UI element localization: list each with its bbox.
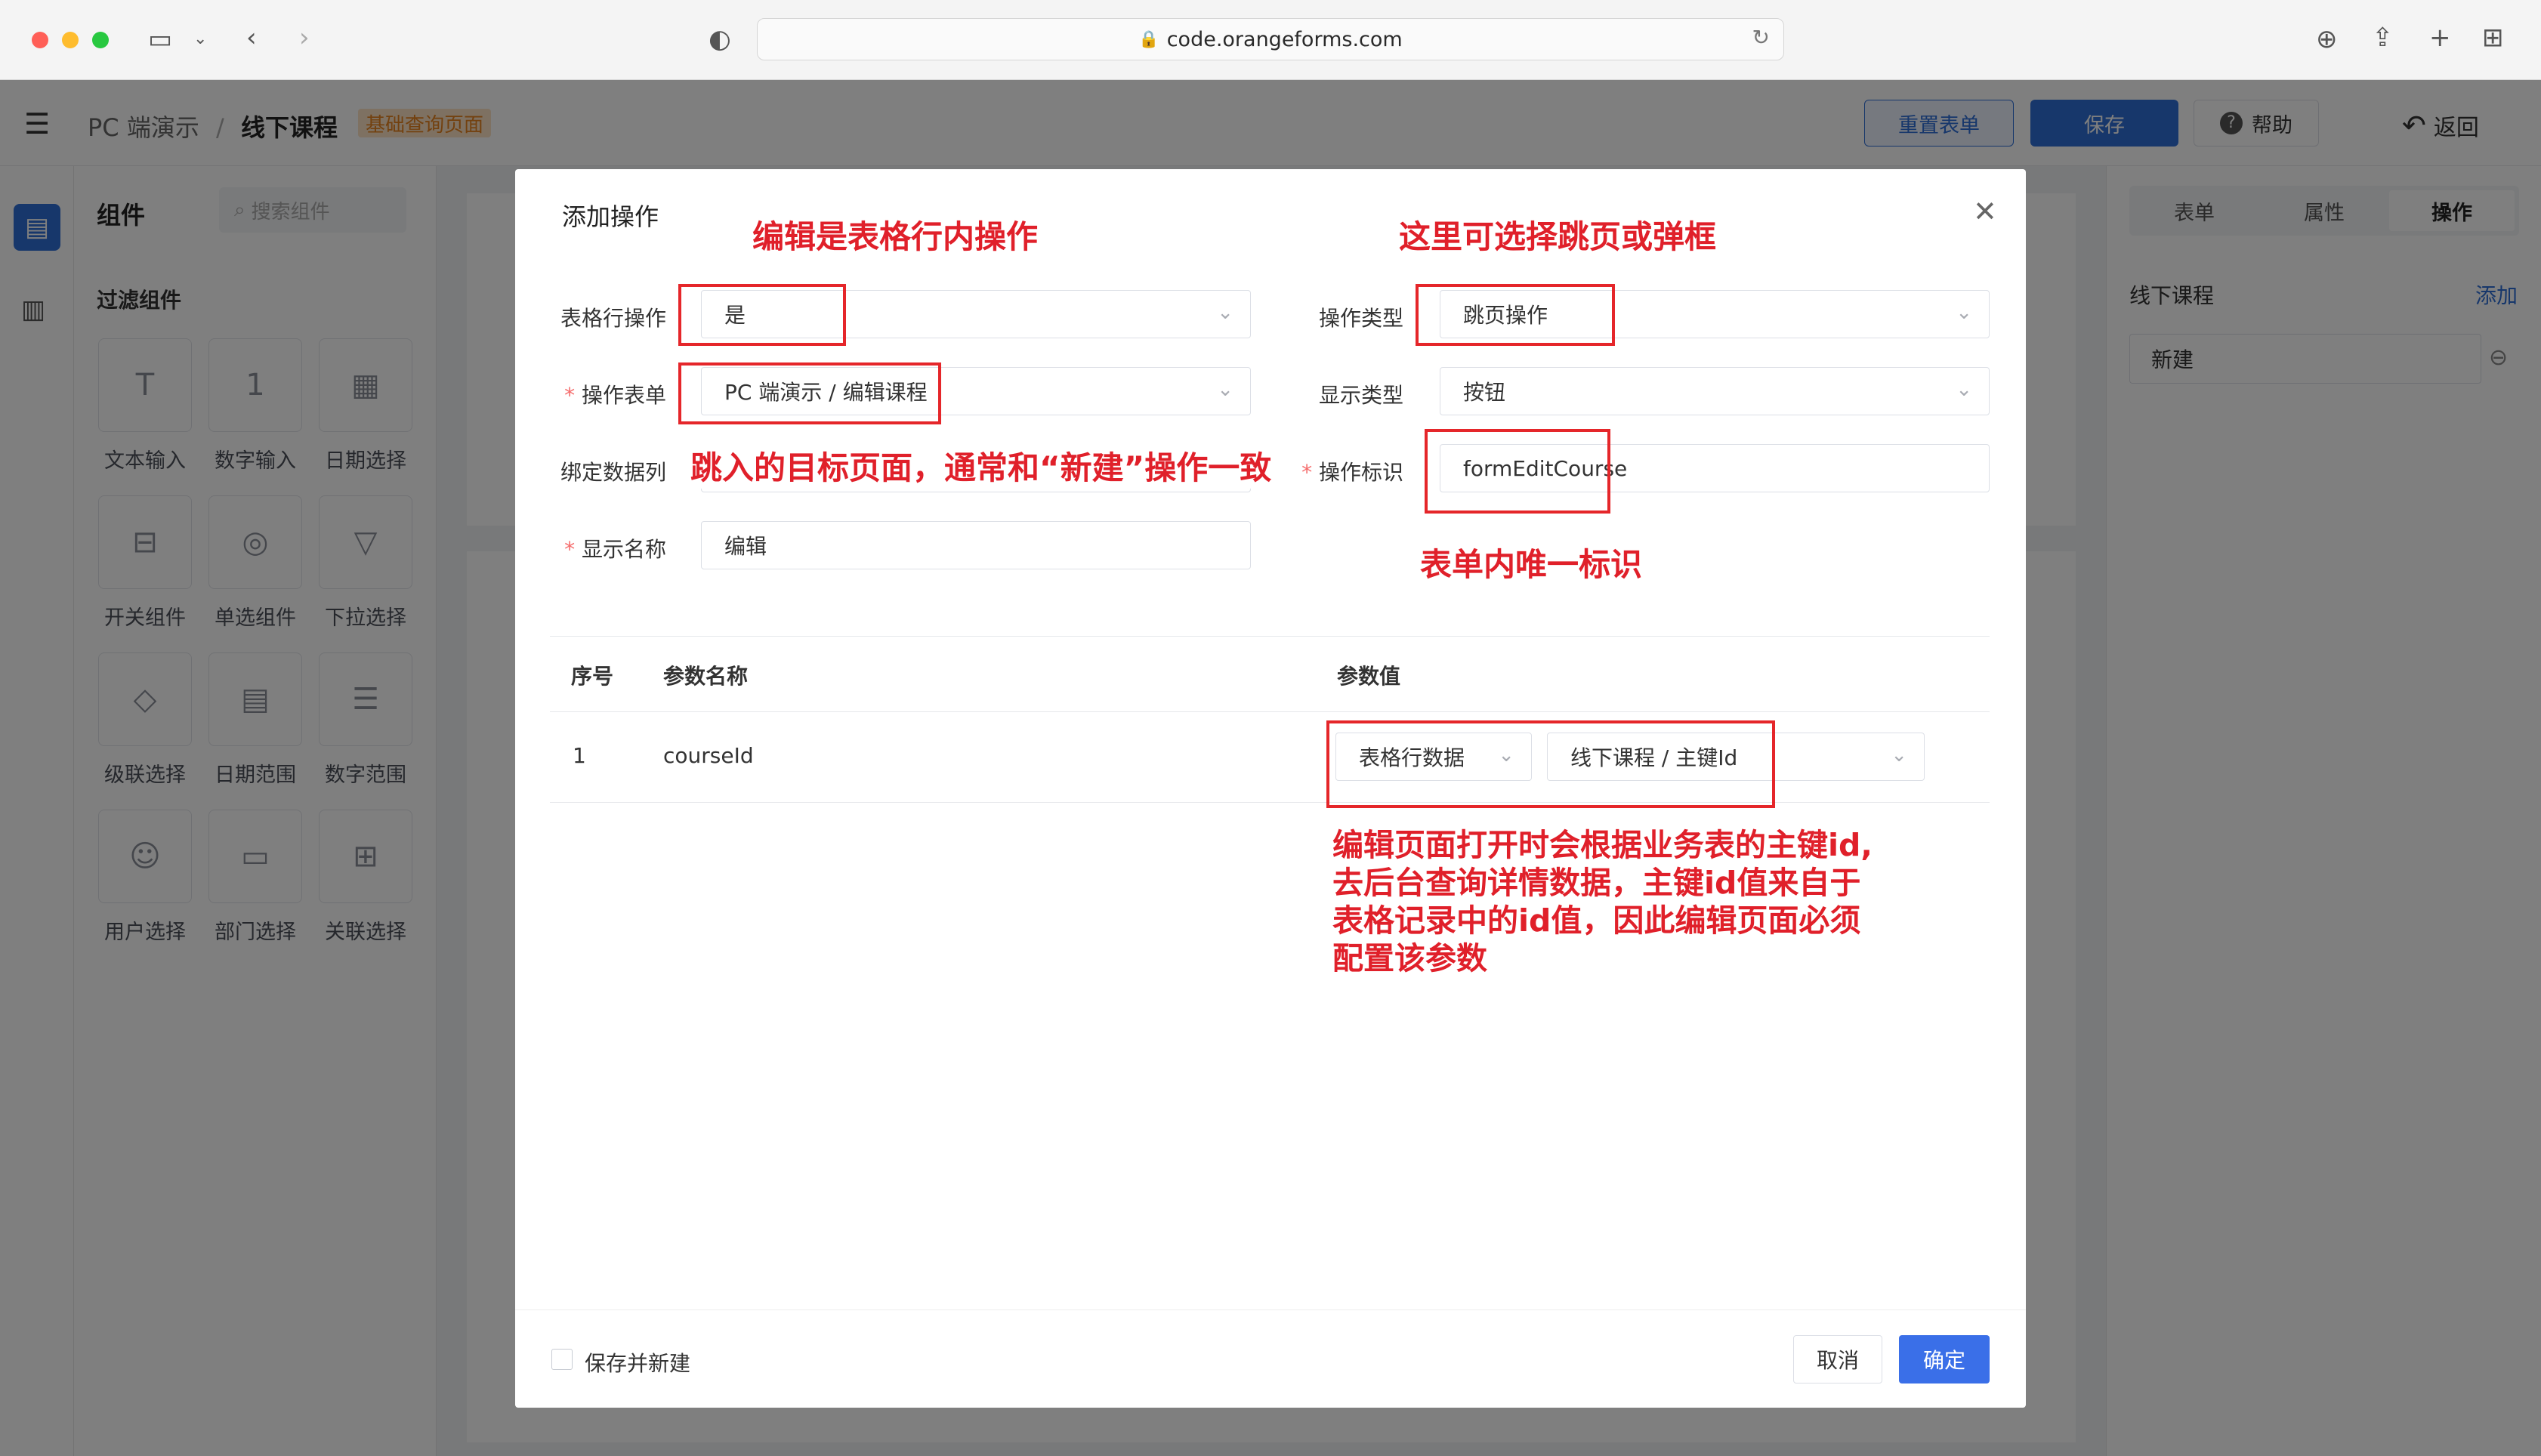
op-id-label-text: 操作标识 [1318, 460, 1403, 485]
highlight-op-type [1416, 284, 1615, 346]
row-op-label: 表格行操作 [560, 306, 666, 331]
required-star: * [564, 537, 582, 562]
close-window-button[interactable] [32, 32, 48, 48]
display-name-input[interactable]: 编辑 [701, 521, 1251, 569]
dialog-title: 添加操作 [562, 202, 659, 231]
annotation-unique-id: 表单内唯一标识 [1420, 546, 1643, 583]
display-name-label-text: 显示名称 [581, 537, 666, 562]
url-value: code.orangeforms.com [1166, 27, 1403, 51]
param-name: courseId [663, 743, 754, 768]
column-header-index: 序号 [571, 664, 614, 689]
annotation-param-line: 去后台查询详情数据，主键id值来自于 [1332, 865, 1861, 901]
download-icon[interactable]: ⊕ [2316, 24, 2338, 54]
row-index: 1 [573, 743, 586, 768]
add-operation-dialog: 添加操作 ✕ 表格行操作 是 ⌄ 操作类型 跳页操作 ⌄ * 操作表单 PC 端… [515, 169, 2026, 1408]
annotation-param-note: 编辑页面打开时会根据业务表的主键id, 去后台查询详情数据，主键id值来自于 表… [1332, 826, 1873, 977]
back-arrow-icon[interactable]: ‹ [246, 23, 257, 53]
display-name-label: * 显示名称 [515, 533, 666, 563]
annotation-param-line: 编辑页面打开时会根据业务表的主键id, [1332, 827, 1873, 863]
lock-icon: 🔒 [1138, 29, 1159, 49]
chevron-down-icon[interactable]: ⌄ [193, 24, 207, 54]
display-type-label: 显示类型 [1318, 383, 1403, 408]
required-star: * [564, 383, 582, 408]
confirm-button[interactable]: 确定 [1899, 1335, 1990, 1384]
annotation-target-page: 跳入的目标页面，通常和“新建”操作一致 [690, 443, 1272, 489]
display-type-select[interactable]: 按钮 ⌄ [1440, 367, 1990, 415]
highlight-op-form [678, 362, 941, 424]
annotation-param-line: 表格记录中的id值，因此编辑页面必须 [1332, 902, 1861, 939]
cancel-button[interactable]: 取消 [1793, 1335, 1882, 1384]
annotation-edit-row: 编辑是表格行内操作 [752, 218, 1039, 255]
close-icon[interactable]: ✕ [1973, 195, 1997, 228]
save-and-new-label[interactable]: 保存并新建 [585, 1347, 690, 1377]
highlight-param-value [1326, 720, 1775, 808]
chevron-down-icon: ⌄ [1956, 378, 1972, 401]
column-header-param-value: 参数值 [1337, 664, 1401, 689]
new-tab-icon[interactable]: + [2429, 23, 2451, 53]
minimize-window-button[interactable] [62, 32, 79, 48]
annotation-param-line: 配置该参数 [1332, 940, 1487, 976]
url-text: 🔒 code.orangeforms.com [758, 19, 1783, 60]
op-id-label: * 操作标识 [1252, 456, 1403, 486]
op-form-label: * 操作表单 [515, 379, 666, 409]
privacy-shield-icon[interactable]: ◐ [709, 24, 731, 54]
browser-toolbar: ▭ ⌄ ‹ › ◐ 🔒 code.orangeforms.com ↻ ⊕ ⇪ +… [0, 0, 2541, 80]
highlight-op-id [1425, 429, 1610, 514]
footer-divider [515, 1309, 2026, 1310]
chevron-down-icon: ⌄ [1217, 378, 1233, 401]
address-bar[interactable]: 🔒 code.orangeforms.com ↻ [757, 18, 1784, 60]
required-star: * [1301, 460, 1319, 485]
share-icon[interactable]: ⇪ [2372, 23, 2394, 53]
op-type-label: 操作类型 [1318, 306, 1403, 331]
table-header-divider [550, 711, 1990, 712]
chevron-down-icon: ⌄ [1956, 301, 1972, 324]
reload-icon[interactable]: ↻ [1752, 25, 1770, 50]
display-type-value: 按钮 [1463, 380, 1506, 405]
forward-arrow-icon[interactable]: › [299, 23, 310, 53]
zoom-window-button[interactable] [92, 32, 109, 48]
display-name-value: 编辑 [724, 534, 767, 559]
highlight-row-op [678, 284, 846, 346]
chevron-down-icon: ⌄ [1891, 744, 1907, 767]
table-top-divider [550, 636, 1990, 637]
sidebar-toggle-icon[interactable]: ▭ [148, 24, 172, 54]
annotation-select-type: 这里可选择跳页或弹框 [1399, 218, 1717, 255]
save-and-new-checkbox[interactable] [551, 1349, 573, 1370]
tab-overview-icon[interactable]: ⊞ [2482, 23, 2504, 53]
op-form-label-text: 操作表单 [581, 383, 666, 408]
bind-column-label: 绑定数据列 [560, 460, 666, 485]
chevron-down-icon: ⌄ [1217, 301, 1233, 324]
column-header-param-name: 参数名称 [663, 664, 749, 689]
